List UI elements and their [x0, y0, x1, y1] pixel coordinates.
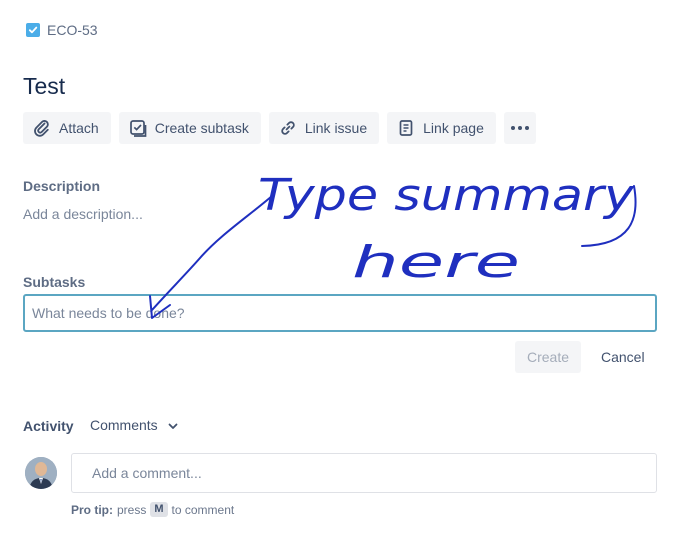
page-title[interactable]: Test: [23, 73, 65, 100]
link-issue-button[interactable]: Link issue: [268, 112, 380, 144]
issue-toolbar: Attach Create subtask Link issue Link pa…: [23, 112, 536, 144]
subtask-icon: [129, 119, 147, 137]
more-actions-button[interactable]: [503, 112, 536, 144]
link-icon: [279, 119, 297, 137]
subtasks-label: Subtasks: [23, 274, 86, 290]
link-issue-label: Link issue: [304, 120, 368, 136]
attach-button[interactable]: Attach: [23, 112, 111, 144]
create-subtask-submit-button[interactable]: Create: [515, 341, 581, 373]
breadcrumb: ECO-53: [26, 22, 98, 38]
chevron-down-icon: [168, 417, 178, 433]
protip-prefix: Pro tip:: [71, 502, 113, 517]
description-label: Description: [23, 178, 101, 194]
cancel-button[interactable]: Cancel: [594, 341, 652, 373]
paperclip-icon: [33, 119, 51, 137]
link-page-label: Link page: [423, 120, 484, 136]
create-subtask-button[interactable]: Create subtask: [118, 112, 261, 144]
activity-filter-select[interactable]: Comments: [90, 417, 178, 433]
link-page-button[interactable]: Link page: [387, 112, 496, 144]
protip: Pro tip: press M to comment: [71, 502, 234, 517]
description-field[interactable]: Add a description...: [23, 206, 143, 222]
annotation-underline: [581, 185, 637, 247]
attach-label: Attach: [59, 120, 99, 136]
annotation-line1: Type summary: [258, 170, 635, 221]
comment-input[interactable]: Add a comment...: [71, 453, 657, 493]
activity-label: Activity: [23, 418, 74, 434]
subtask-summary-input[interactable]: [23, 294, 657, 332]
issue-type-task-icon: [26, 23, 40, 37]
annotation-arrow: [151, 195, 273, 311]
create-subtask-label: Create subtask: [154, 120, 249, 136]
issue-key-link[interactable]: ECO-53: [47, 22, 98, 38]
page-icon: [397, 119, 415, 137]
activity-filter-value: Comments: [90, 417, 158, 433]
protip-suffix: to comment: [171, 502, 235, 517]
annotation-line2: here: [352, 237, 520, 288]
protip-key-badge: M: [150, 502, 168, 517]
more-icon: [510, 125, 530, 131]
protip-press: press: [117, 502, 147, 517]
avatar: [25, 457, 57, 489]
